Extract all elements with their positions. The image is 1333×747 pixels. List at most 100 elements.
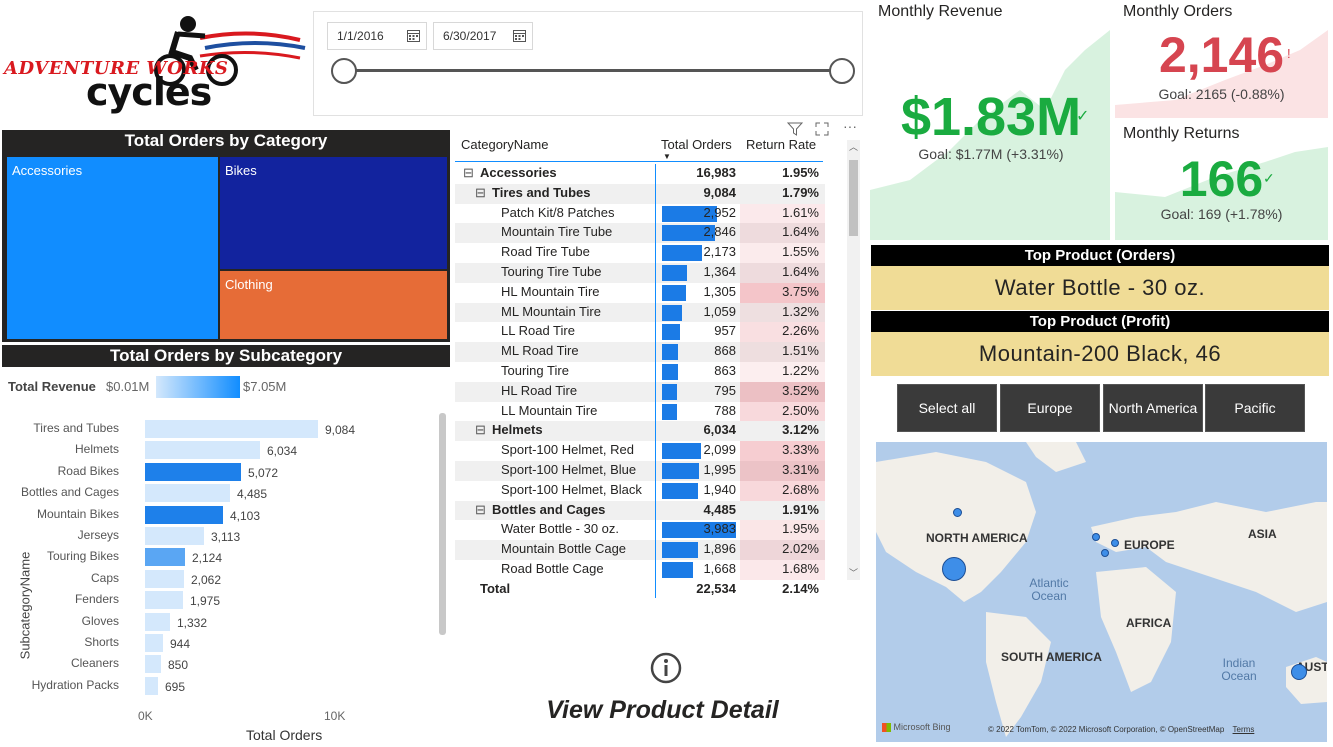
- matrix-scrollbar[interactable]: ︿ ﹀: [847, 140, 860, 580]
- date-slider-start-handle[interactable]: [331, 58, 357, 84]
- world-landmass: [876, 442, 1327, 737]
- header-return-rate[interactable]: Return Rate: [746, 137, 816, 152]
- bar[interactable]: [145, 441, 260, 460]
- matrix-product-row[interactable]: Patch Kit/8 Patches 2,952 1.61%: [455, 203, 825, 224]
- bar[interactable]: [145, 462, 241, 481]
- check-icon: ✓: [1076, 108, 1090, 125]
- row-total-orders: 1,668: [703, 561, 736, 576]
- total-return-rate: 2.14%: [782, 580, 819, 596]
- row-name: HL Road Tire: [501, 382, 578, 398]
- matrix-product-row[interactable]: ML Mountain Tire 1,059 1.32%: [455, 302, 825, 323]
- end-date-input[interactable]: 6/30/2017: [433, 22, 533, 50]
- matrix-product-row[interactable]: Road Tire Tube 2,173 1.55%: [455, 243, 825, 263]
- row-name: Mountain Tire Tube: [501, 224, 613, 240]
- row-total-orders: 2,952: [703, 204, 736, 220]
- collapse-toggle-icon[interactable]: ⊟: [463, 165, 474, 181]
- category-treemap: Accessories Bikes Clothing: [2, 152, 450, 342]
- collapse-toggle-icon[interactable]: ⊟: [475, 422, 486, 438]
- treemap-title: Total Orders by Category: [2, 130, 450, 152]
- bar-category-label: Road Bikes: [57, 463, 119, 478]
- row-return-rate: 1.64%: [782, 264, 819, 279]
- treemap-label: Clothing: [225, 277, 273, 292]
- scroll-up-icon[interactable]: ︿: [849, 140, 858, 153]
- matrix-product-row[interactable]: Mountain Bottle Cage 1,896 2.02%: [455, 540, 825, 560]
- matrix-product-row[interactable]: Road Bottle Cage 1,668 1.68%: [455, 560, 825, 580]
- map-bubble-germany[interactable]: [1111, 539, 1119, 547]
- bar-value-label: 6,034: [267, 444, 298, 459]
- row-total-orders: 1,995: [703, 462, 736, 477]
- bar-category-label: Touring Bikes: [46, 549, 119, 564]
- calendar-icon[interactable]: [513, 29, 526, 42]
- collapse-toggle-icon[interactable]: ⊟: [475, 185, 486, 201]
- map-bubble-france[interactable]: [1101, 549, 1109, 557]
- row-name: LL Mountain Tire: [501, 402, 598, 418]
- date-slider-end-handle[interactable]: [829, 58, 855, 84]
- region-button-europe[interactable]: Europe: [1000, 384, 1100, 432]
- matrix-product-row[interactable]: Touring Tire Tube 1,364 1.64%: [455, 263, 825, 283]
- header-total-orders[interactable]: Total Orders: [661, 137, 732, 152]
- matrix-product-row[interactable]: HL Road Tire 795 3.52%: [455, 381, 825, 402]
- row-total-orders: 795: [714, 382, 736, 398]
- terms-link[interactable]: Terms: [1233, 725, 1255, 734]
- focus-mode-icon[interactable]: [815, 122, 829, 136]
- matrix-group-row[interactable]: ⊟ Bottles and Cages 4,485 1.91%: [455, 500, 825, 521]
- map-bubble-usa[interactable]: [942, 557, 966, 581]
- matrix-group-row[interactable]: ⊟ Helmets 6,034 3.12%: [455, 421, 825, 442]
- bar[interactable]: [145, 569, 184, 588]
- matrix-group-row[interactable]: ⊟ Accessories 16,983 1.95%: [455, 164, 825, 184]
- row-total-orders: 1,940: [703, 481, 736, 497]
- bar-category-label: Tires and Tubes: [33, 421, 119, 435]
- more-options-icon[interactable]: ···: [843, 118, 857, 134]
- matrix-product-row[interactable]: Sport-100 Helmet, Red 2,099 3.33%: [455, 441, 825, 461]
- alert-icon: !: [1287, 46, 1291, 61]
- scroll-down-icon[interactable]: ﹀: [849, 566, 858, 579]
- matrix-product-row[interactable]: Water Bottle - 30 oz. 3,983 1.95%: [455, 520, 825, 541]
- end-date-value: 6/30/2017: [443, 29, 497, 43]
- start-date-input[interactable]: 1/1/2016: [327, 22, 427, 50]
- filter-icon[interactable]: [787, 122, 803, 136]
- header-category-name[interactable]: CategoryName: [461, 137, 548, 152]
- matrix-scroll-thumb[interactable]: [849, 160, 858, 236]
- bar-category-label: Cleaners: [70, 656, 119, 671]
- bar[interactable]: [145, 527, 204, 545]
- region-button-pacific[interactable]: Pacific: [1205, 384, 1305, 432]
- treemap-cell-bikes[interactable]: Bikes: [220, 157, 447, 269]
- date-slider-track[interactable]: [344, 69, 842, 72]
- matrix-product-row[interactable]: Mountain Tire Tube 2,846 1.64%: [455, 223, 825, 244]
- calendar-icon[interactable]: [407, 29, 420, 42]
- bar[interactable]: [145, 420, 318, 438]
- bar[interactable]: [145, 612, 170, 631]
- chart-scrollbar[interactable]: [439, 413, 446, 635]
- treemap-cell-clothing[interactable]: Clothing: [220, 271, 447, 339]
- matrix-product-row[interactable]: ML Road Tire 868 1.51%: [455, 342, 825, 362]
- bar[interactable]: [145, 634, 163, 652]
- bar[interactable]: [145, 591, 183, 610]
- matrix-product-row[interactable]: Sport-100 Helmet, Blue 1,995 3.31%: [455, 461, 825, 481]
- map-bubble-australia[interactable]: [1291, 664, 1307, 680]
- region-button-north-america[interactable]: North America: [1103, 384, 1203, 432]
- bar-value-label: 695: [165, 679, 186, 694]
- x-axis-label: Total Orders: [246, 727, 323, 743]
- matrix-product-row[interactable]: LL Road Tire 957 2.26%: [455, 322, 825, 343]
- treemap-cell-accessories[interactable]: Accessories: [7, 157, 218, 339]
- map-bubble-uk[interactable]: [1092, 533, 1100, 541]
- matrix-product-row[interactable]: LL Mountain Tire 788 2.50%: [455, 401, 825, 422]
- bar-category-label: Hydration Packs: [31, 677, 119, 692]
- sales-map[interactable]: NORTH AMERICA EUROPE ASIA AFRICA SOUTH A…: [876, 442, 1327, 742]
- bing-brand-text: Microsoft Bing: [893, 722, 951, 732]
- map-bubble-canada[interactable]: [953, 508, 962, 517]
- region-button-select-all[interactable]: Select all: [897, 384, 997, 432]
- bar[interactable]: [145, 548, 185, 567]
- map-label-europe: EUROPE: [1124, 538, 1175, 552]
- bar[interactable]: [145, 484, 230, 503]
- bar[interactable]: [145, 676, 158, 695]
- matrix-group-row[interactable]: ⊟ Tires and Tubes 9,084 1.79%: [455, 183, 825, 204]
- matrix-product-row[interactable]: Touring Tire 863 1.22%: [455, 362, 825, 382]
- bar[interactable]: [145, 655, 161, 674]
- collapse-toggle-icon[interactable]: ⊟: [475, 502, 486, 518]
- matrix-product-row[interactable]: Sport-100 Helmet, Black 1,940 2.68%: [455, 480, 825, 501]
- info-icon[interactable]: [650, 652, 682, 684]
- bar[interactable]: [145, 505, 223, 524]
- view-product-detail-button[interactable]: View Product Detail: [535, 696, 790, 725]
- matrix-product-row[interactable]: HL Mountain Tire 1,305 3.75%: [455, 282, 825, 303]
